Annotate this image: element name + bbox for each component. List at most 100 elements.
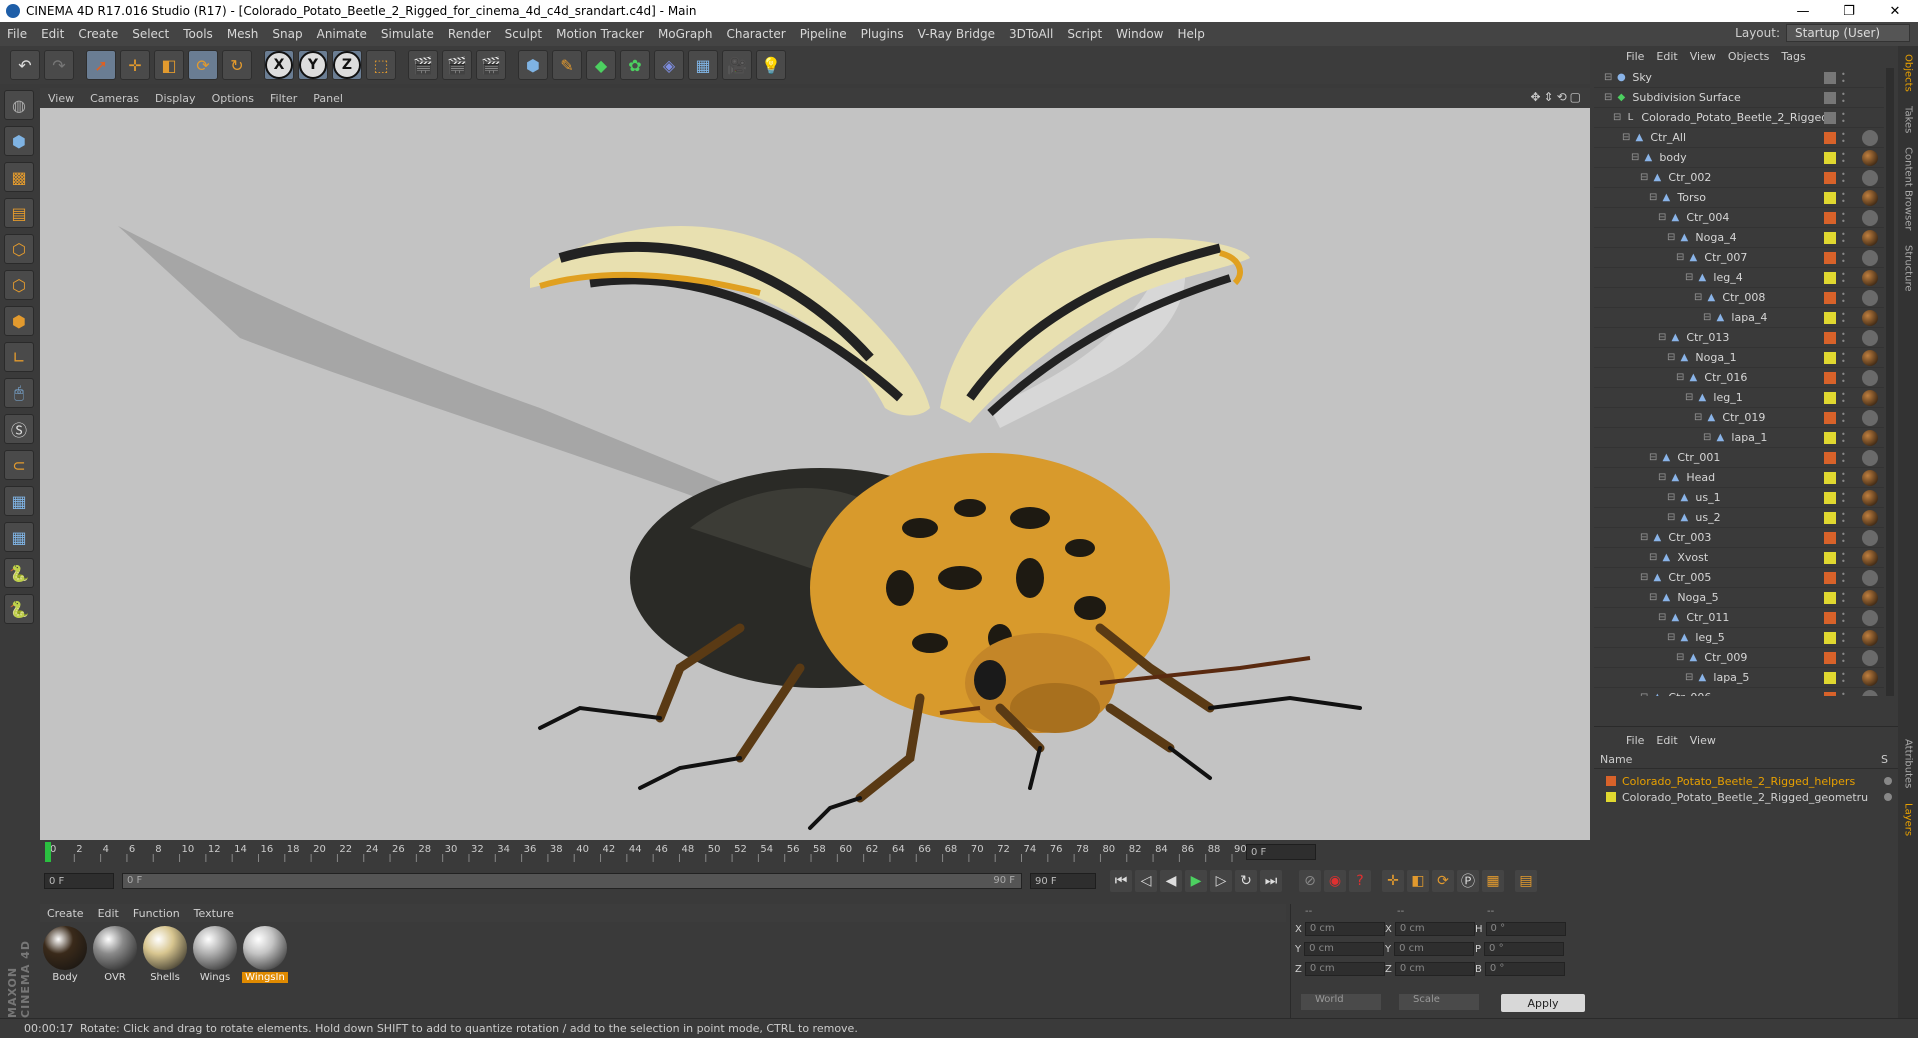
visibility-dots-icon[interactable]: • • — [1841, 270, 1847, 285]
menu-file[interactable]: File — [0, 27, 34, 41]
menu-script[interactable]: Script — [1060, 27, 1109, 41]
object-row[interactable]: ⊟ ▲ Ctr_013 • • — [1594, 328, 1884, 348]
redo-icon[interactable]: ↷ — [44, 50, 74, 80]
object-menu-objects[interactable]: Objects — [1722, 50, 1776, 63]
previous-frame-icon[interactable]: ◀ — [1160, 870, 1182, 892]
object-row[interactable]: ⊟ ▲ Ctr_009 • • — [1594, 648, 1884, 668]
object-row[interactable]: ⊟▲ Ctr_006 • • — [1594, 688, 1884, 696]
light-icon[interactable]: 💡 — [756, 50, 786, 80]
object-row[interactable]: ⊟ ▲ Ctr_001 • • — [1594, 448, 1884, 468]
coord-value-field[interactable]: 0 ° — [1484, 942, 1565, 956]
material-swatch[interactable]: Body — [42, 926, 88, 1014]
object-menu-tags[interactable]: Tags — [1775, 50, 1811, 63]
menu-sculpt[interactable]: Sculpt — [498, 27, 549, 41]
coord-value-field[interactable]: 0 cm — [1304, 942, 1385, 956]
material-swatch[interactable]: WingsIn — [242, 926, 288, 1014]
layer-color-swatch[interactable] — [1824, 71, 1836, 84]
visibility-dots-icon[interactable]: • • — [1841, 650, 1847, 665]
viewport-menu-options[interactable]: Options — [204, 92, 262, 105]
layer-color-swatch[interactable] — [1824, 511, 1836, 524]
side-tab-content-browser[interactable]: Content Browser — [1903, 147, 1914, 230]
layer-solo-dot-icon[interactable] — [1884, 777, 1892, 785]
expand-toggle-icon[interactable]: ⊟ — [1640, 172, 1648, 183]
render-picture-viewer-icon[interactable]: 🎬 — [442, 50, 472, 80]
layer-solo-dot-icon[interactable] — [1884, 793, 1892, 801]
x-axis-lock-icon[interactable]: X — [264, 50, 294, 80]
visibility-dots-icon[interactable]: • • — [1841, 390, 1847, 405]
visibility-dots-icon[interactable]: • • — [1841, 570, 1847, 585]
layer-color-swatch[interactable] — [1824, 191, 1836, 204]
y-axis-lock-icon[interactable]: Y — [298, 50, 328, 80]
side-tab-takes[interactable]: Takes — [1903, 106, 1914, 133]
play-icon[interactable]: ▶ — [1185, 870, 1207, 892]
subdivision-generator-icon[interactable]: ◆ — [586, 50, 616, 80]
viewport-menu-filter[interactable]: Filter — [262, 92, 305, 105]
visibility-dots-icon[interactable]: • • — [1841, 130, 1847, 145]
layer-menu-view[interactable]: View — [1684, 734, 1722, 747]
go-to-end-icon[interactable]: ⏭ — [1260, 870, 1282, 892]
visibility-dots-icon[interactable]: • • — [1841, 210, 1847, 225]
coord-value-field[interactable]: 0 ° — [1485, 922, 1566, 936]
object-row[interactable]: ⊟ ▲ Noga_4 • • — [1594, 228, 1884, 248]
expand-toggle-icon[interactable]: ⊟ — [1658, 212, 1666, 223]
object-row[interactable]: ⊟ ● Sky • • — [1594, 68, 1884, 88]
layer-color-swatch[interactable] — [1824, 351, 1836, 364]
object-row[interactable]: ⊟ ▲ Ctr_016 • • — [1594, 368, 1884, 388]
visibility-dots-icon[interactable]: • • — [1841, 370, 1847, 385]
visibility-dots-icon[interactable]: • • — [1841, 310, 1847, 325]
visibility-dots-icon[interactable]: • • — [1841, 150, 1847, 165]
layer-color-swatch[interactable] — [1824, 171, 1836, 184]
z-axis-lock-icon[interactable]: Z — [332, 50, 362, 80]
layout-dropdown[interactable]: Startup (User) — [1786, 24, 1910, 42]
expand-toggle-icon[interactable]: ⊟ — [1649, 552, 1657, 563]
object-row[interactable]: ⊟ ▲ Noga_5 • • — [1594, 588, 1884, 608]
layer-row[interactable]: Colorado_Potato_Beetle_2_Rigged_geometru — [1606, 789, 1892, 805]
object-row[interactable]: ⊟ ▲ Ctr_005 • • — [1594, 568, 1884, 588]
menu-snap[interactable]: Snap — [265, 27, 309, 41]
visibility-dots-icon[interactable]: • • — [1841, 190, 1847, 205]
object-row[interactable]: ⊟ ◆ Subdivision Surface • • — [1594, 88, 1884, 108]
expand-toggle-icon[interactable]: ⊟ — [1649, 192, 1657, 203]
object-row[interactable]: ⊟ ▲ Xvost • • — [1594, 548, 1884, 568]
texture-tag-icon[interactable] — [1862, 289, 1878, 306]
texture-tag-icon[interactable] — [1862, 369, 1878, 386]
visibility-dots-icon[interactable]: • • — [1841, 430, 1847, 445]
layer-color-swatch[interactable] — [1824, 111, 1836, 124]
coord-space-dropdown[interactable]: World — [1301, 994, 1381, 1010]
model-mode-icon[interactable]: ⬢ — [4, 126, 34, 156]
autokey-icon[interactable]: ◉ — [1324, 870, 1346, 892]
material-menu-edit[interactable]: Edit — [91, 907, 126, 920]
points-mode-icon[interactable]: ⬡ — [4, 234, 34, 264]
expand-toggle-icon[interactable]: ⊟ — [1676, 252, 1684, 263]
texture-tag-icon[interactable] — [1862, 449, 1878, 466]
axis-mode-icon[interactable]: ∟ — [4, 342, 34, 372]
layer-color-swatch[interactable] — [1824, 311, 1836, 324]
coordinate-system-icon[interactable]: ⬚ — [366, 50, 396, 80]
object-menu-file[interactable]: File — [1620, 50, 1650, 63]
layer-color-swatch[interactable] — [1824, 391, 1836, 404]
visibility-dots-icon[interactable]: • • — [1841, 530, 1847, 545]
side-tab-structure[interactable]: Structure — [1903, 245, 1914, 292]
side-tab-layers[interactable]: Layers — [1903, 803, 1914, 836]
expand-toggle-icon[interactable]: ⊟ — [1649, 592, 1657, 603]
playhead[interactable] — [45, 842, 51, 862]
viewport-menu-display[interactable]: Display — [147, 92, 204, 105]
expand-toggle-icon[interactable]: ⊟ — [1667, 352, 1675, 363]
object-row[interactable]: ⊟ L Colorado_Potato_Beetle_2_Rigged • • — [1594, 108, 1884, 128]
layer-menu-file[interactable]: File — [1620, 734, 1650, 747]
texture-tag-icon[interactable] — [1862, 149, 1878, 166]
render-settings-icon[interactable]: 🎬 — [476, 50, 506, 80]
menu-create[interactable]: Create — [71, 27, 125, 41]
texture-tag-icon[interactable] — [1862, 569, 1878, 586]
object-row[interactable]: ⊟ ▲ us_1 • • — [1594, 488, 1884, 508]
menu-character[interactable]: Character — [719, 27, 792, 41]
visibility-dots-icon[interactable]: • • — [1841, 250, 1847, 265]
coord-value-field[interactable]: 0 cm — [1394, 942, 1475, 956]
select-tool-icon[interactable]: ➚ — [86, 50, 116, 80]
expand-toggle-icon[interactable]: ⊟ — [1613, 112, 1621, 123]
layer-color-swatch[interactable] — [1824, 691, 1836, 696]
side-tab-objects[interactable]: Objects — [1903, 54, 1914, 92]
layer-color-swatch[interactable] — [1824, 551, 1836, 564]
object-menu-view[interactable]: View — [1684, 50, 1722, 63]
object-row[interactable]: ⊟ ▲ leg_1 • • — [1594, 388, 1884, 408]
